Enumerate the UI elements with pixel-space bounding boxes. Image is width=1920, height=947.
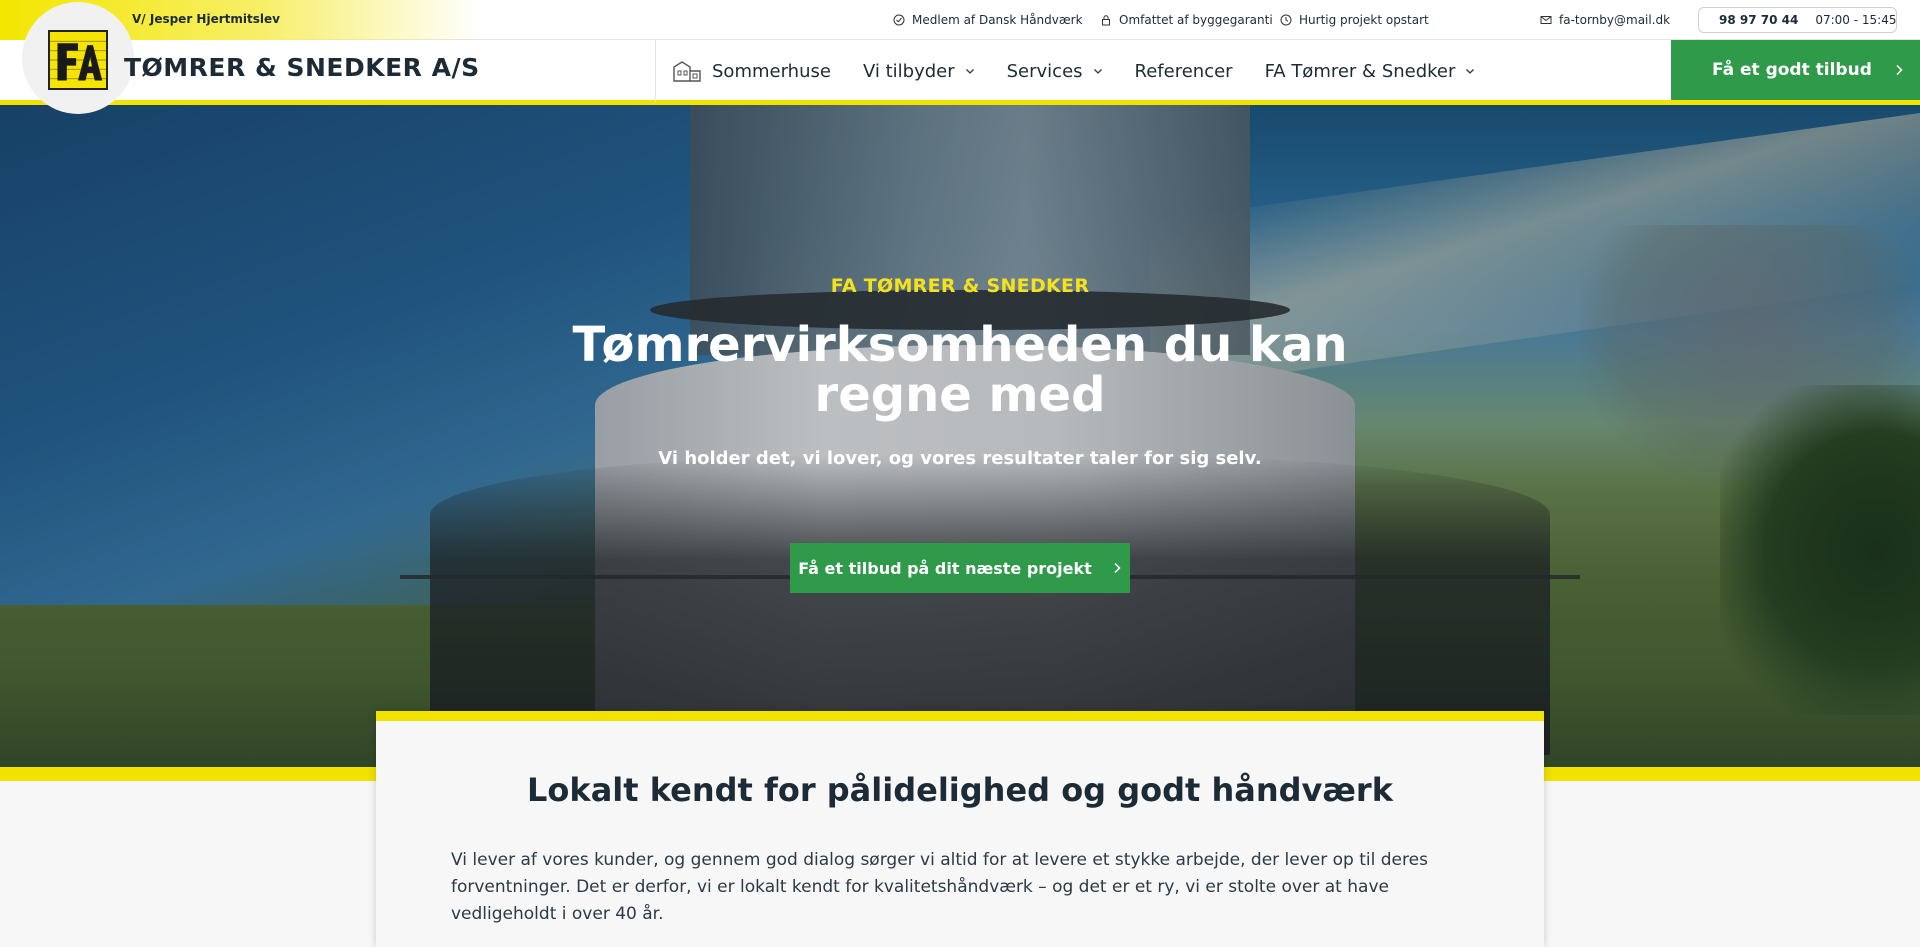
hero-section: FA TØMRER & SNEDKER Tømrervirksomheden d… [0,105,1920,767]
nav-label[interactable]: FA Tømrer & Snedker [1265,61,1456,82]
usp-dansk-haandvaerk: Medlem af Dansk Håndværk [893,13,1083,27]
email-text[interactable]: fa-tornby@mail.dk [1559,13,1670,27]
mail-icon [1540,16,1552,24]
nav-sommerhuse[interactable]: Sommerhuse [656,40,847,102]
usp-byggegaranti: Omfattet af byggegaranti [1100,13,1273,27]
intro-card: Lokalt kendt for pålidelighed og godt hå… [376,711,1544,947]
hero-subtitle: Vi holder det, vi lover, og vores result… [658,448,1262,469]
usp-label: Hurtig projekt opstart [1299,13,1429,27]
chevron-right-icon [1114,562,1121,574]
lock-icon [1102,15,1110,26]
fa-logo-icon[interactable] [48,30,108,90]
badge-check-icon [893,14,905,26]
phone-number[interactable]: 98 97 70 44 [1719,13,1798,27]
hero-kicker: FA TØMRER & SNEDKER [830,275,1090,297]
chevron-right-icon [1896,64,1903,76]
top-info-bar: V/ Jesper Hjertmitslev Medlem af Dansk H… [0,0,1920,40]
chevron-down-icon [1093,69,1102,74]
hero-offer-button[interactable]: Få et tilbud på dit næste projekt [790,543,1130,593]
nav-label[interactable]: Sommerhuse [712,61,831,82]
nav-label[interactable]: Services [1007,61,1083,82]
nav-vi-tilbyder[interactable]: Vi tilbyder [847,40,991,102]
card-yellow-top [376,711,1544,721]
nav-referencer[interactable]: Referencer [1119,40,1249,102]
main-nav: Sommerhuse Vi tilbyder Services Referenc… [655,40,1491,102]
email-link[interactable]: fa-tornby@mail.dk [1540,13,1670,27]
nav-fa-tomrer-snedker[interactable]: FA Tømrer & Snedker [1249,40,1492,102]
hero-title: Tømrervirksomheden du kan regne med [572,317,1348,423]
house-icon [673,61,701,82]
usp-label: Medlem af Dansk Håndværk [912,13,1083,27]
usp-hurtig-opstart: Hurtig projekt opstart [1280,13,1429,27]
opening-hours: 07:00 - 15:45 [1815,13,1897,27]
cta-label[interactable]: Få et godt tilbud [1712,60,1872,80]
chevron-down-icon [965,69,974,74]
hero-cta-label[interactable]: Få et tilbud på dit næste projekt [798,559,1092,578]
usp-label: Omfattet af byggegaranti [1119,13,1273,27]
nav-services[interactable]: Services [991,40,1119,102]
chevron-down-icon [1466,69,1475,74]
nav-label[interactable]: Vi tilbyder [863,61,955,82]
nav-label[interactable]: Referencer [1135,61,1233,82]
intro-text: Vi lever af vores kunder, og gennem god … [451,850,1428,924]
hero-overlay [0,105,1920,767]
intro-title: Lokalt kendt for pålidelighed og godt hå… [527,771,1393,809]
clock-icon [1280,14,1292,26]
phone-box[interactable]: 98 97 70 44 07:00 - 15:45 [1698,7,1897,33]
brand-name[interactable]: TØMRER & SNEDKER A/S [124,53,480,82]
get-offer-button[interactable]: Få et godt tilbud [1671,40,1920,100]
owner-name: V/ Jesper Hjertmitslev [132,12,280,26]
